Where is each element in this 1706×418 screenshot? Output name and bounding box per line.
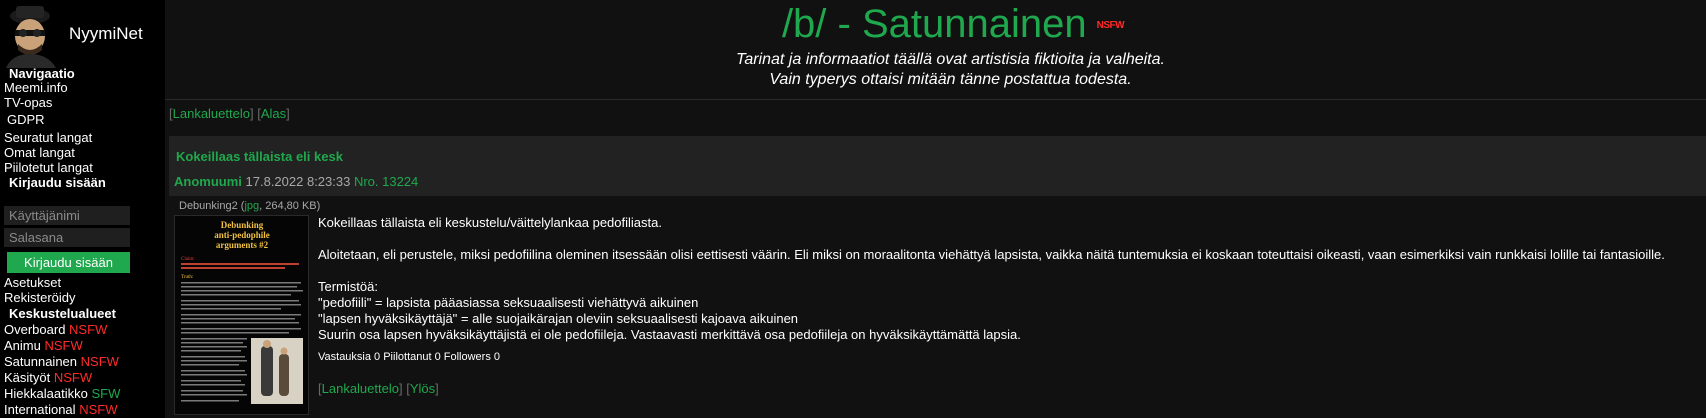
- nsfw-tag: NSFW: [44, 338, 83, 353]
- post-line: "pedofiili" = lapsista pääasiassa seksua…: [318, 295, 699, 310]
- file-ext-link[interactable]: jpg: [244, 200, 259, 212]
- username-field[interactable]: [4, 206, 130, 225]
- board-name: Satunnainen: [4, 354, 78, 369]
- board-subtitle: Tarinat ja informaatiot täällä ovat arti…: [165, 50, 1706, 90]
- board-link-international[interactable]: International NSFW: [4, 402, 117, 417]
- sfw-tag: SFW: [91, 386, 121, 401]
- post-line: Aloitetaan, eli perustele, miksi pedofii…: [318, 247, 1665, 262]
- board-link-satunnainen[interactable]: Satunnainen NSFW: [4, 354, 119, 369]
- board-nsfw-badge: NSFW: [1096, 20, 1125, 32]
- board-name: Hiekkalaatikko: [4, 386, 88, 401]
- sidebar-link-followed-threads[interactable]: Seuratut langat: [4, 130, 92, 145]
- catalog-link[interactable]: Lankaluettelo: [322, 381, 399, 396]
- sidebar: NyymiNet Navigaatio Meemi.info TV-opas G…: [0, 0, 165, 418]
- board-link-overboard[interactable]: Overboard NSFW: [4, 322, 107, 337]
- password-field[interactable]: [4, 228, 130, 247]
- board-link-animu[interactable]: Animu NSFW: [4, 338, 83, 353]
- catalog-link[interactable]: Lankaluettelo: [173, 106, 250, 121]
- post-line: Suurin osa lapsen hyväksikäyttäjistä ei …: [318, 327, 1021, 342]
- post-line: Termistöä:: [318, 279, 378, 294]
- poster-name: Anomuumi: [174, 174, 242, 189]
- nsfw-tag: NSFW: [80, 354, 119, 369]
- thumb-title-line: arguments #2: [216, 240, 269, 250]
- board-name: Overboard: [4, 322, 66, 337]
- post-meta: Anomuumi 17.8.2022 8:23:33 Nro. 13224: [174, 174, 418, 189]
- sidebar-link-gdpr[interactable]: GDPR: [7, 112, 45, 127]
- login-button[interactable]: Kirjaudu sisään: [7, 252, 130, 273]
- sidebar-link-register[interactable]: Rekisteröidy: [4, 290, 76, 305]
- sidebar-link-hidden-threads[interactable]: Piilotetut langat: [4, 160, 93, 175]
- bottom-thread-nav: [Lankaluettelo] [Ylös]: [318, 381, 439, 396]
- divider: [165, 99, 1706, 100]
- post-date: 17.8.2022 8:23:33: [245, 174, 351, 189]
- file-name: Debunking2: [179, 200, 238, 212]
- board-title: /b/ - Satunnainen NSFW: [0, 0, 1706, 48]
- post-body: Kokeillaas tällaista eli keskustelu/väit…: [318, 215, 1706, 343]
- post-line: Kokeillaas tällaista eli keskustelu/väit…: [318, 215, 662, 230]
- sidebar-link-meemi[interactable]: Meemi.info: [4, 80, 68, 95]
- board-link-kasityot[interactable]: Käsityöt NSFW: [4, 370, 92, 385]
- sidebar-link-own-threads[interactable]: Omat langat: [4, 145, 75, 160]
- sidebar-link-tv-opas[interactable]: TV-opas: [4, 95, 52, 110]
- navigation-heading: Navigaatio: [9, 66, 75, 81]
- scroll-down-link[interactable]: Alas: [261, 106, 286, 121]
- login-heading: Kirjaudu sisään: [9, 175, 106, 190]
- board-title-text: /b/ - Satunnainen: [781, 2, 1087, 46]
- board-name: Animu: [4, 338, 41, 353]
- sidebar-link-settings[interactable]: Asetukset: [4, 275, 61, 290]
- subtitle-line: Vain typerys ottaisi mitään tänne postat…: [769, 71, 1132, 88]
- board-name: International: [4, 402, 76, 417]
- board-name: Käsityöt: [4, 370, 51, 385]
- post-image-thumbnail[interactable]: Debunking anti-pedophile arguments #2 Cl…: [174, 215, 309, 415]
- thumbnail-image: Debunking anti-pedophile arguments #2 Cl…: [175, 216, 308, 414]
- subtitle-line: Tarinat ja informaatiot täällä ovat arti…: [736, 51, 1165, 68]
- post-line: [318, 231, 1706, 247]
- boards-heading: Keskustelualueet: [9, 306, 116, 321]
- post-line: [318, 263, 1706, 279]
- post-line: "lapsen hyväksikäyttäjä" = alle suojaikä…: [318, 311, 799, 326]
- thread-subject: Kokeillaas tällaista eli kesk: [176, 149, 343, 164]
- thumb-claim-label: Claim:: [181, 257, 195, 262]
- nsfw-tag: NSFW: [53, 370, 93, 385]
- nsfw-tag: NSFW: [69, 322, 108, 337]
- post-number-link[interactable]: Nro. 13224: [354, 174, 418, 189]
- file-info: Debunking2 (jpg, 264,80 KB): [179, 200, 321, 212]
- thumb-title-line: Debunking: [221, 220, 264, 230]
- thumb-truth-label: Truth:: [181, 275, 193, 280]
- thread-stats: Vastauksia 0 Piilottanut 0 Followers 0: [318, 351, 500, 363]
- board-link-hiekkalaatikko[interactable]: Hiekkalaatikko SFW: [4, 386, 120, 401]
- file-size: 264,80 KB: [265, 200, 317, 212]
- thumb-title-line: anti-pedophile: [214, 230, 270, 240]
- nsfw-tag: NSFW: [79, 402, 118, 417]
- top-thread-nav: [Lankaluettelo] [Alas]: [169, 106, 290, 121]
- scroll-up-link[interactable]: Ylös: [410, 381, 435, 396]
